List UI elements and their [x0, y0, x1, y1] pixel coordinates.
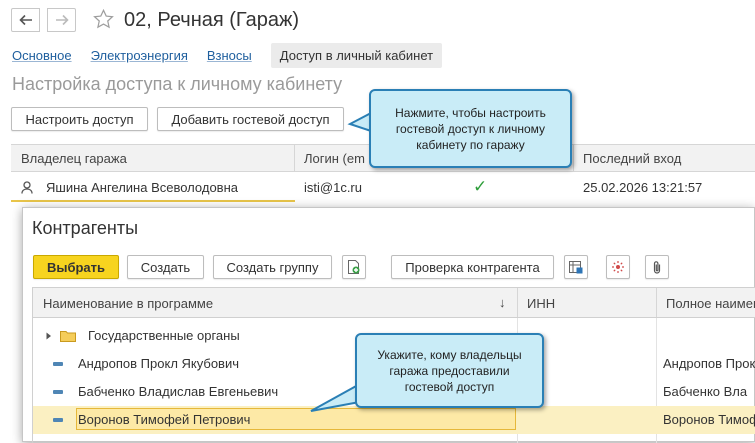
person-icon: [21, 181, 33, 194]
forward-arrow-icon: [55, 14, 69, 26]
add-doc-icon: [348, 260, 360, 274]
table-view-button[interactable]: [564, 255, 588, 279]
tab-cabinet-access[interactable]: Доступ в личный кабинет: [270, 42, 443, 68]
sort-arrow-icon[interactable]: ↓: [499, 295, 506, 310]
structure-button[interactable]: [606, 255, 630, 279]
tab-bar: Основное Электроэнергия Взносы Доступ в …: [12, 42, 461, 68]
column-name[interactable]: Наименование в программе: [43, 296, 213, 311]
column-inn[interactable]: ИНН: [527, 296, 555, 311]
counterparty-full-name: Андропов Прок: [663, 356, 755, 371]
dialog-title: Контрагенты: [32, 218, 139, 238]
owner-name: Яшина Ангелина Всеволодовна: [46, 180, 238, 195]
window-title: 02, Речная (Гараж): [124, 9, 300, 31]
expand-arrow-icon: [46, 332, 51, 340]
forward-button[interactable]: [47, 8, 76, 32]
select-button[interactable]: Выбрать: [33, 255, 119, 279]
bookmark-icon: [612, 261, 624, 273]
column-divider: [573, 145, 574, 171]
counterparty-name: Воронов Тимофей Петрович: [78, 412, 251, 427]
column-full-name[interactable]: Полное наимен: [666, 296, 755, 311]
check-icon: ✓: [473, 177, 488, 196]
hint-guest-access: Нажмите, чтобы настроить гостевой доступ…: [369, 89, 572, 168]
login-value: isti@1c.ru: [304, 180, 362, 195]
folder-icon: [60, 331, 76, 342]
table-icon: [569, 260, 583, 273]
group-name: Государственные органы: [88, 328, 240, 343]
column-last-login[interactable]: Последний вход: [583, 151, 681, 166]
column-divider: [656, 288, 657, 317]
tab-electricity[interactable]: Электроэнергия: [91, 48, 188, 63]
create-group-button[interactable]: Создать группу: [213, 255, 332, 279]
counterparties-table-header: Наименование в программе ↓ ИНН Полное на…: [32, 287, 755, 318]
hint-select-guest: Укажите, кому владельцы гаража предостав…: [355, 333, 544, 408]
item-icon: [53, 390, 63, 394]
favorite-button[interactable]: [93, 8, 114, 32]
counterparty-full-name: Бабченко Вла: [663, 384, 748, 399]
back-button[interactable]: [11, 8, 40, 32]
configure-access-button[interactable]: Настроить доступ: [11, 107, 148, 131]
star-icon: [93, 8, 114, 29]
check-counterparty-button[interactable]: Проверка контрагента: [391, 255, 554, 279]
counterparty-full-name: Воронов Тимоф: [663, 412, 755, 427]
column-login[interactable]: Логин (em: [304, 151, 365, 166]
tab-fees[interactable]: Взносы: [207, 48, 252, 63]
last-login-value: 25.02.2026 13:21:57: [583, 180, 703, 195]
counterparty-name: Бабченко Владислав Евгеньевич: [78, 384, 279, 399]
section-title: Настройка доступа к личному кабинету: [12, 74, 343, 94]
top-callout-tail: [347, 111, 372, 133]
tab-main[interactable]: Основное: [12, 48, 72, 63]
back-arrow-icon: [18, 14, 32, 26]
add-guest-access-button[interactable]: Добавить гостевой доступ: [157, 107, 344, 131]
column-divider: [294, 145, 295, 171]
attach-file-button[interactable]: [645, 255, 669, 279]
add-document-button[interactable]: [342, 255, 366, 279]
item-icon: [53, 418, 63, 422]
table-row[interactable]: Яшина Ангелина Всеволодовна isti@1c.ru ✓…: [11, 174, 755, 200]
column-divider: [517, 288, 518, 317]
paperclip-icon: [653, 260, 661, 274]
table-row-selected[interactable]: Воронов Тимофей Петрович Воронов Тимоф: [33, 406, 755, 434]
item-icon: [53, 362, 63, 366]
create-button[interactable]: Создать: [127, 255, 204, 279]
row-selection-marker: [11, 200, 295, 202]
column-owner[interactable]: Владелец гаража: [21, 151, 127, 166]
counterparty-name: Андропов Прокл Якубович: [78, 356, 240, 371]
